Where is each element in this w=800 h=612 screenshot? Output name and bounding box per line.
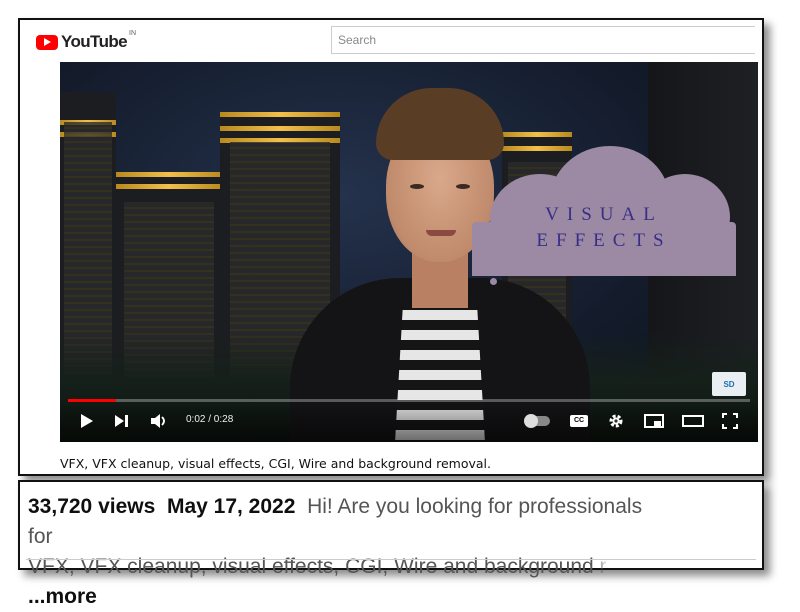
logo-text: YouTube [61, 32, 128, 51]
next-icon [115, 415, 128, 427]
video-description: 33,720 views May 17, 2022 Hi! Are you lo… [28, 492, 648, 612]
progress-fill [68, 399, 117, 402]
view-count: 33,720 views [28, 495, 156, 518]
thought-bubble [490, 278, 497, 285]
volume-icon [151, 414, 165, 428]
settings-button[interactable] [608, 412, 624, 430]
overlay-text-effects: EFFECTS [536, 230, 672, 251]
country-code: IN [129, 29, 136, 37]
volume-button[interactable] [150, 412, 168, 430]
divider [26, 559, 756, 560]
upload-date: May 17, 2022 [166, 495, 296, 518]
visual-effects-cloud: VISUAL EFFECTS [470, 146, 738, 276]
search-input[interactable] [331, 26, 755, 54]
miniplayer-icon [644, 414, 664, 428]
video-caption: VFX, VFX cleanup, visual effects, CGI, W… [60, 456, 491, 471]
theater-mode-button[interactable] [682, 412, 704, 430]
miniplayer-button[interactable] [644, 412, 664, 430]
progress-bar[interactable] [68, 399, 750, 402]
overlay-text-visual: VISUAL [545, 204, 663, 225]
show-more-link[interactable]: ...more [28, 585, 97, 608]
next-button[interactable] [114, 412, 130, 430]
youtube-logo[interactable]: YouTube IN [36, 29, 136, 52]
video-panel: YouTube IN Search VISUAL EFFECTS SD 0:02… [18, 18, 764, 476]
thought-bubble [504, 262, 516, 274]
theater-icon [682, 415, 704, 427]
fullscreen-button[interactable] [722, 412, 738, 430]
fullscreen-icon [722, 413, 738, 429]
play-button[interactable] [80, 412, 94, 430]
time-display: 0:02 / 0:28 [186, 414, 234, 425]
gear-icon [609, 414, 623, 428]
player-controls: 0:02 / 0:28 CC [60, 398, 758, 442]
autoplay-toggle[interactable] [524, 414, 550, 428]
subtitles-button[interactable]: CC [570, 415, 588, 427]
channel-watermark[interactable]: SD [712, 372, 746, 396]
description-panel[interactable]: 33,720 views May 17, 2022 Hi! Are you lo… [18, 480, 764, 608]
youtube-play-icon [36, 34, 58, 50]
video-player[interactable]: VISUAL EFFECTS SD 0:02 / 0:28 CC [60, 62, 758, 442]
play-icon [81, 414, 93, 428]
